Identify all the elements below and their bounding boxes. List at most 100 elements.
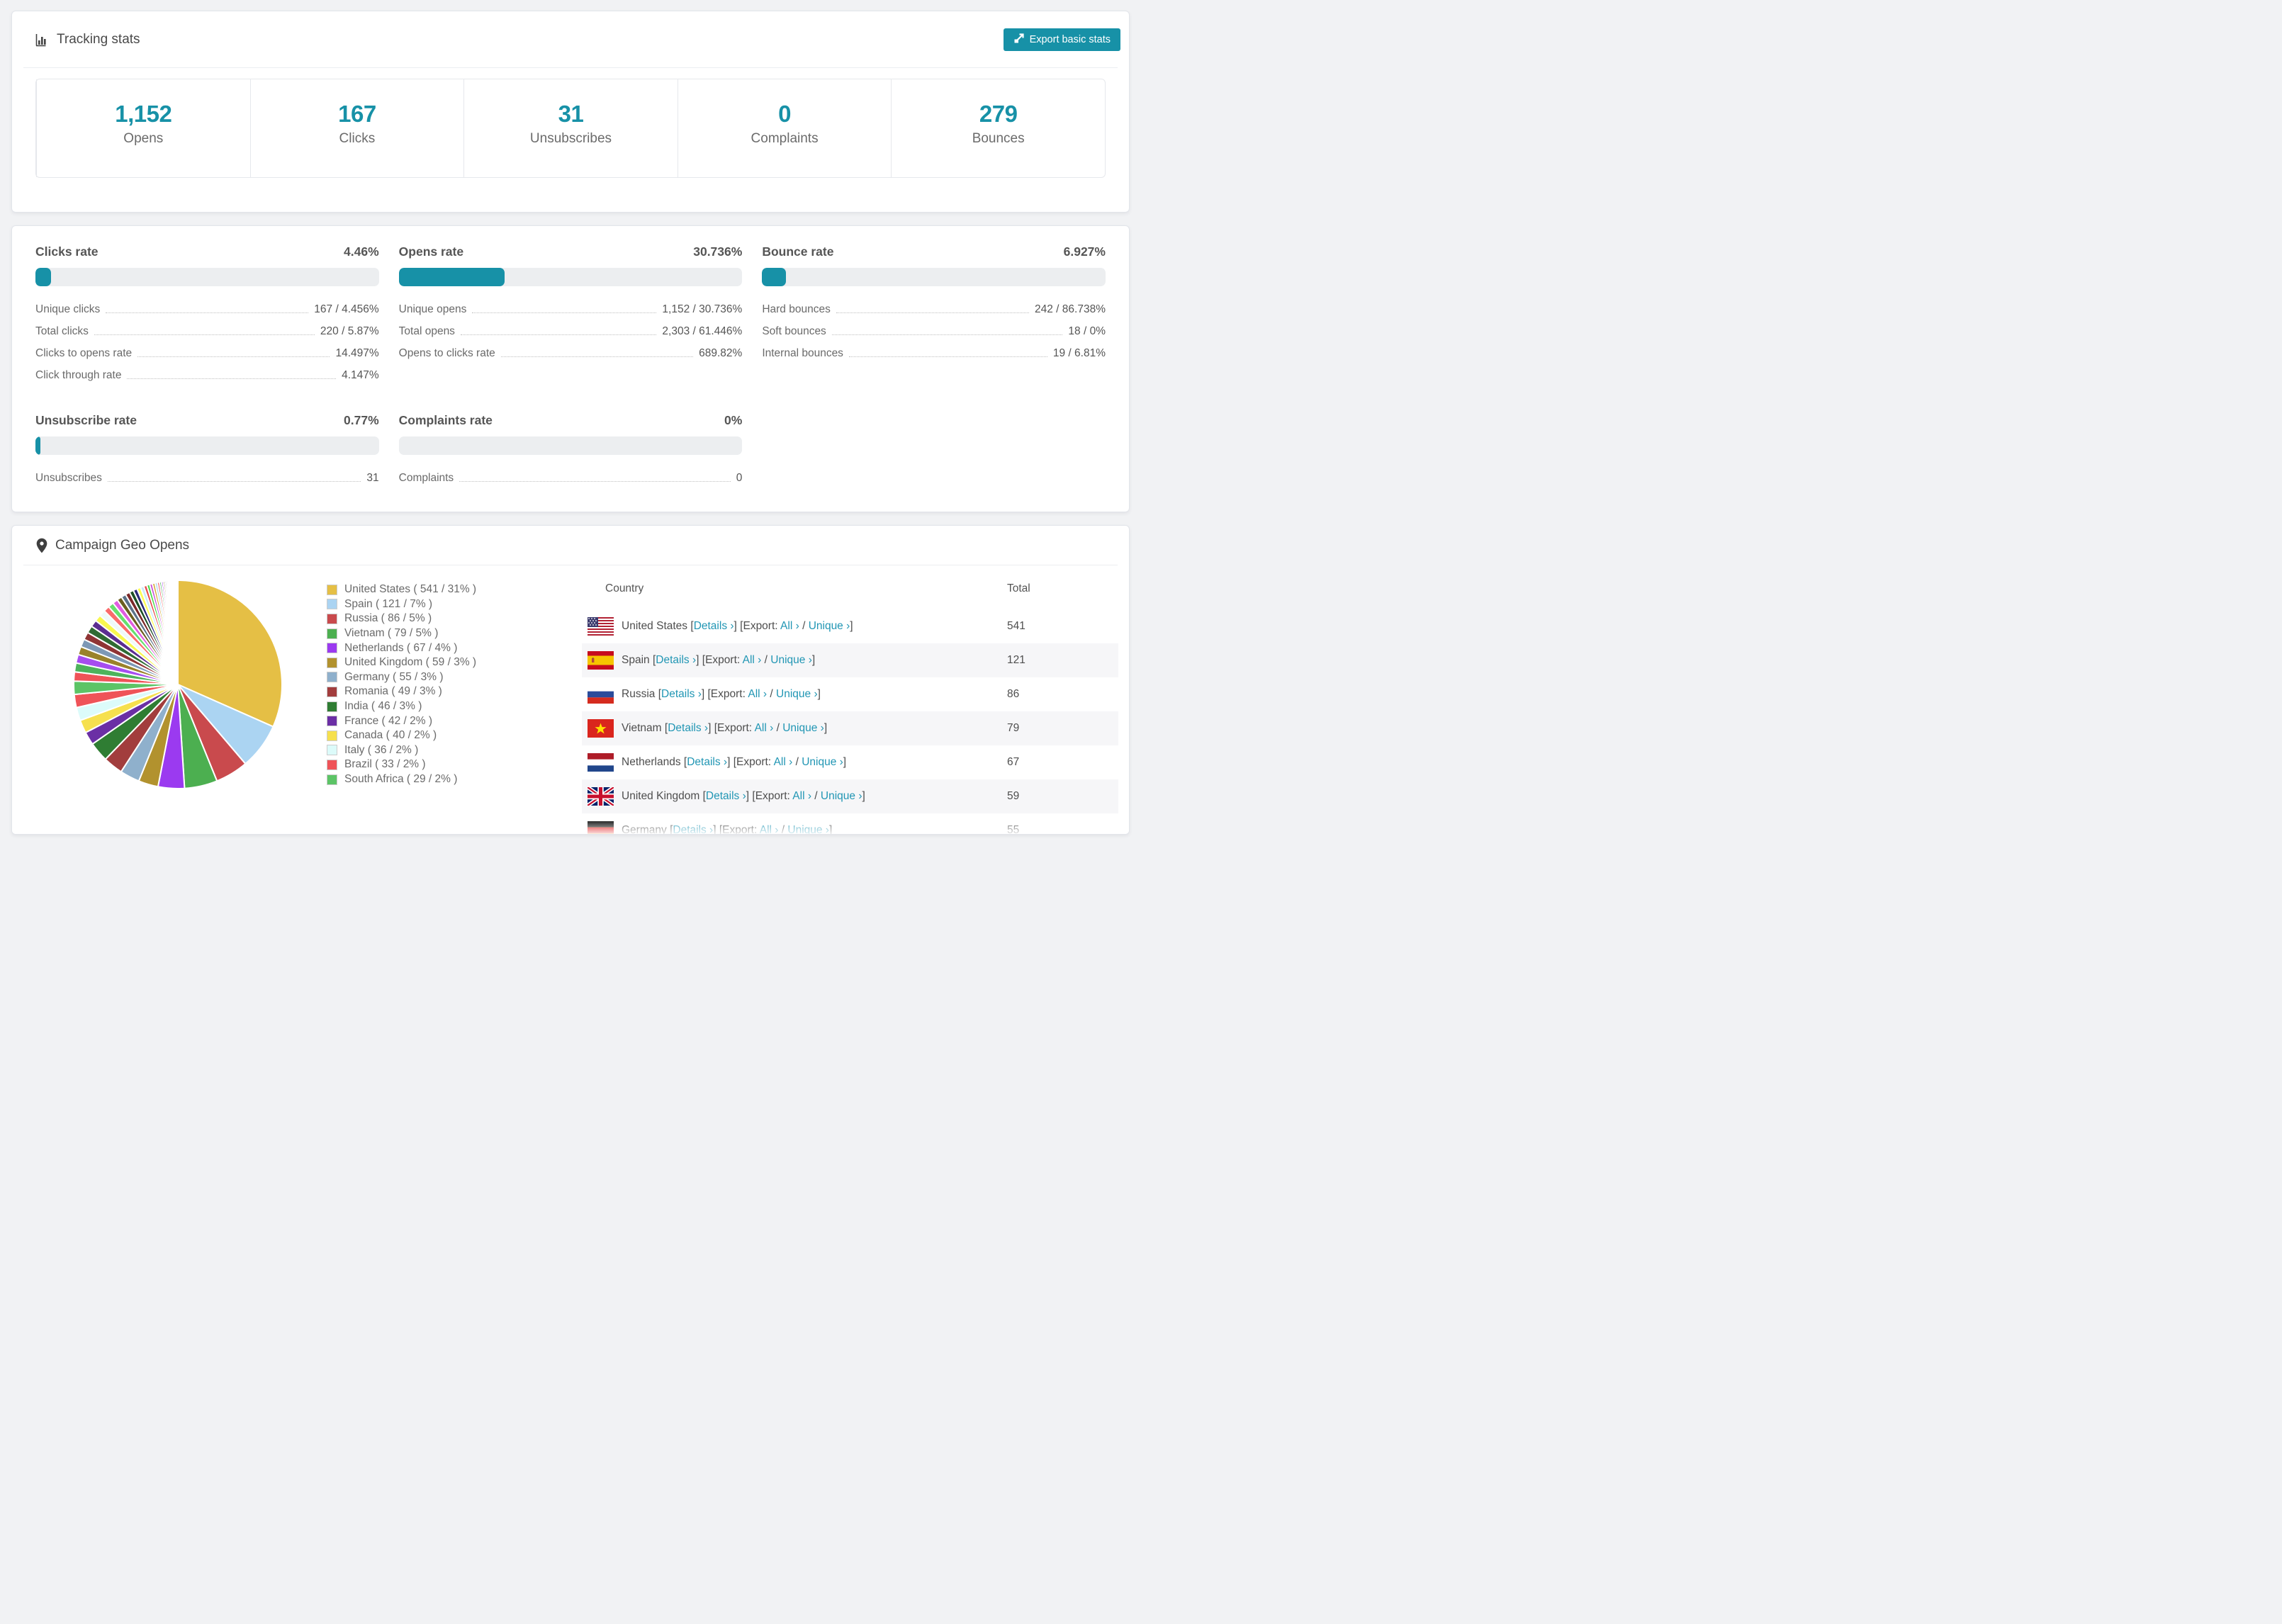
rate-progress-fill bbox=[762, 268, 786, 286]
legend-item[interactable]: Canada ( 40 / 2% ) bbox=[327, 728, 476, 743]
rate-detail-row: Click through rate 4.147% bbox=[35, 369, 379, 382]
rate-detail-row: Hard bounces 242 / 86.738% bbox=[762, 303, 1106, 316]
legend-color-swatch bbox=[327, 584, 337, 595]
legend-label: Brazil ( 33 / 2% ) bbox=[344, 758, 426, 771]
country-name: Netherlands bbox=[622, 756, 681, 768]
rate-detail-value: 167 / 4.456% bbox=[314, 303, 379, 315]
stat-value: 0 bbox=[778, 101, 791, 127]
legend-item[interactable]: France ( 42 / 2% ) bbox=[327, 714, 476, 728]
country-total: 59 bbox=[1007, 790, 1020, 802]
export-all-link[interactable]: All › bbox=[755, 722, 774, 734]
stat-value: 167 bbox=[338, 101, 376, 127]
rate-detail-row: Internal bounces 19 / 6.81% bbox=[762, 347, 1106, 360]
rate-detail-value: 18 / 0% bbox=[1068, 325, 1106, 337]
legend-item[interactable]: Russia ( 86 / 5% ) bbox=[327, 611, 476, 626]
export-unique-link[interactable]: Unique › bbox=[787, 824, 829, 834]
country-flag-icon bbox=[588, 617, 614, 636]
details-link[interactable]: Details › bbox=[661, 688, 702, 700]
dotted-leader bbox=[94, 334, 315, 335]
legend-item[interactable]: South Africa ( 29 / 2% ) bbox=[327, 772, 476, 787]
export-all-link[interactable]: All › bbox=[748, 688, 767, 700]
rate-progress-track bbox=[35, 436, 379, 455]
export-unique-link[interactable]: Unique › bbox=[776, 688, 818, 700]
legend-item[interactable]: Germany ( 55 / 3% ) bbox=[327, 670, 476, 685]
export-unique-link[interactable]: Unique › bbox=[821, 790, 862, 802]
rate-detail-label: Click through rate bbox=[35, 369, 122, 381]
export-all-link[interactable]: All › bbox=[774, 756, 793, 768]
table-row: Spain [Details ›] [Export: All › / Uniqu… bbox=[582, 643, 1118, 677]
dotted-leader bbox=[107, 481, 361, 482]
rate-detail-label: Unique clicks bbox=[35, 303, 101, 315]
rate-detail-row: Clicks to opens rate 14.497% bbox=[35, 347, 379, 360]
export-all-link[interactable]: All › bbox=[743, 654, 762, 666]
legend-label: Russia ( 86 / 5% ) bbox=[344, 612, 432, 625]
legend-color-swatch bbox=[327, 716, 337, 727]
legend-color-swatch bbox=[327, 599, 337, 610]
rate-detail-label: Internal bounces bbox=[762, 347, 843, 359]
summary-stats-row: 1,152 Opens 167 Clicks 31 Unsubscribes 0… bbox=[35, 79, 1106, 178]
rate-progress-fill bbox=[35, 268, 51, 286]
rates-grid: Clicks rate 4.46% Unique clicks 167 / 4.… bbox=[35, 244, 1106, 485]
country-total: 121 bbox=[1007, 654, 1025, 666]
rate-detail-row: Opens to clicks rate 689.82% bbox=[399, 347, 743, 360]
export-unique-link[interactable]: Unique › bbox=[802, 756, 843, 768]
geo-pie-chart[interactable] bbox=[72, 578, 284, 791]
export-all-link[interactable]: All › bbox=[760, 824, 779, 834]
country-flag-icon bbox=[588, 685, 614, 704]
geo-content: United States ( 541 / 31% ) Spain ( 121 … bbox=[12, 565, 1129, 834]
details-link[interactable]: Details › bbox=[694, 620, 734, 632]
legend-color-swatch bbox=[327, 686, 337, 697]
rate-detail-row: Unsubscribes 31 bbox=[35, 472, 379, 485]
country-total: 67 bbox=[1007, 756, 1020, 768]
legend-item[interactable]: Brazil ( 33 / 2% ) bbox=[327, 757, 476, 772]
country-total: 541 bbox=[1007, 620, 1025, 632]
rate-title: Unsubscribe rate bbox=[35, 413, 137, 427]
rate-detail-row: Unique opens 1,152 / 30.736% bbox=[399, 303, 743, 316]
details-link[interactable]: Details › bbox=[668, 722, 708, 734]
legend-item[interactable]: United Kingdom ( 59 / 3% ) bbox=[327, 655, 476, 670]
stat-box: 1,152 Opens bbox=[36, 79, 250, 177]
rate-detail-value: 31 bbox=[366, 472, 379, 484]
rate-percent-value: 0.77% bbox=[344, 413, 379, 427]
country-name: Spain bbox=[622, 654, 650, 666]
export-basic-stats-button[interactable]: Export basic stats bbox=[1003, 28, 1120, 51]
rate-detail-row: Total clicks 220 / 5.87% bbox=[35, 325, 379, 338]
rate-title: Opens rate bbox=[398, 244, 464, 259]
rate-section: Complaints rate 0% Complaints 0 bbox=[398, 413, 743, 485]
legend-item[interactable]: Spain ( 121 / 7% ) bbox=[327, 597, 476, 612]
stat-box: 0 Complaints bbox=[677, 79, 892, 177]
export-all-link[interactable]: All › bbox=[780, 620, 799, 632]
rate-detail-value: 19 / 6.81% bbox=[1052, 347, 1106, 359]
export-unique-link[interactable]: Unique › bbox=[809, 620, 850, 632]
stat-value: 279 bbox=[979, 101, 1018, 127]
stat-label: Unsubscribes bbox=[529, 131, 612, 146]
export-unique-link[interactable]: Unique › bbox=[770, 654, 812, 666]
legend-item[interactable]: United States ( 541 / 31% ) bbox=[327, 582, 476, 597]
legend-color-swatch bbox=[327, 672, 337, 683]
rate-detail-row: Total opens 2,303 / 61.446% bbox=[399, 325, 743, 338]
details-link[interactable]: Details › bbox=[687, 756, 727, 768]
legend-item[interactable]: Netherlands ( 67 / 4% ) bbox=[327, 641, 476, 655]
page-background-strip bbox=[11, 835, 1130, 847]
table-row: Germany [Details ›] [Export: All › / Uni… bbox=[582, 813, 1118, 834]
legend-label: Canada ( 40 / 2% ) bbox=[344, 729, 437, 742]
legend-item[interactable]: India ( 46 / 3% ) bbox=[327, 699, 476, 714]
details-link[interactable]: Details › bbox=[706, 790, 746, 802]
legend-item[interactable]: Italy ( 36 / 2% ) bbox=[327, 743, 476, 758]
details-link[interactable]: Details › bbox=[673, 824, 713, 834]
rate-detail-value: 1,152 / 30.736% bbox=[662, 303, 743, 315]
stat-value: 1,152 bbox=[115, 101, 172, 127]
legend-label: Romania ( 49 / 3% ) bbox=[344, 685, 442, 698]
legend-label: South Africa ( 29 / 2% ) bbox=[344, 773, 458, 786]
export-all-link[interactable]: All › bbox=[792, 790, 811, 802]
rate-section: Clicks rate 4.46% Unique clicks 167 / 4.… bbox=[35, 244, 379, 382]
rate-detail-label: Opens to clicks rate bbox=[398, 347, 495, 359]
legend-item[interactable]: Vietnam ( 79 / 5% ) bbox=[327, 626, 476, 641]
geo-header: Campaign Geo Opens bbox=[23, 526, 1118, 565]
rate-section: Unsubscribe rate 0.77% Unsubscribes 31 bbox=[35, 413, 379, 485]
legend-item[interactable]: Romania ( 49 / 3% ) bbox=[327, 684, 476, 699]
export-unique-link[interactable]: Unique › bbox=[782, 722, 824, 734]
details-link[interactable]: Details › bbox=[656, 654, 696, 666]
rate-detail-value: 4.147% bbox=[342, 369, 379, 381]
rate-percent-value: 30.736% bbox=[693, 244, 743, 259]
